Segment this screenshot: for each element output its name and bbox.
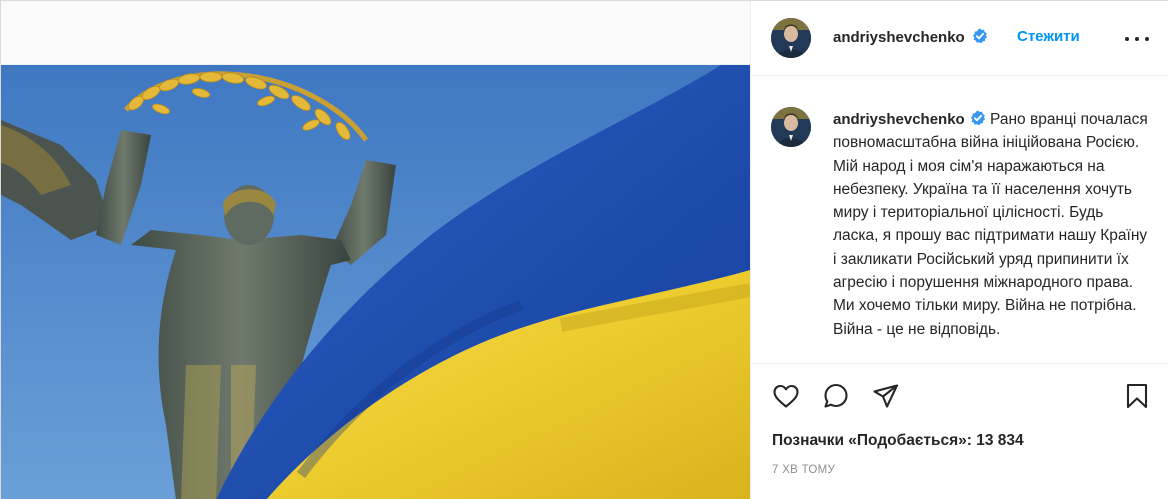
profile-photo bbox=[771, 107, 811, 147]
independence-monument-flag-photo bbox=[1, 65, 750, 499]
action-bar bbox=[751, 375, 1168, 415]
caption-text: Рано вранці почалася повномасштабна війн… bbox=[833, 111, 1148, 338]
avatar[interactable] bbox=[771, 18, 811, 58]
post-header: andriyshevchenko Стежити bbox=[751, 1, 1168, 76]
likes-count[interactable]: Позначки «Подобається»: 13 834 bbox=[772, 432, 1024, 450]
caption-section: andriyshevchenko Рано вранці почалася по… bbox=[751, 76, 1168, 364]
follow-button[interactable]: Стежити bbox=[1017, 28, 1080, 45]
comment-icon[interactable] bbox=[821, 381, 851, 411]
author-username[interactable]: andriyshevchenko bbox=[833, 28, 988, 46]
instagram-post: andriyshevchenko Стежити andriyshevchenk… bbox=[0, 0, 1168, 499]
heart-icon[interactable] bbox=[771, 381, 801, 411]
post-image[interactable] bbox=[1, 65, 750, 499]
bookmark-icon[interactable] bbox=[1122, 381, 1152, 411]
more-options-icon[interactable] bbox=[1123, 27, 1151, 51]
share-icon[interactable] bbox=[871, 381, 901, 411]
post-caption: andriyshevchenko Рано вранці почалася по… bbox=[833, 108, 1151, 341]
post-timestamp[interactable]: 7 ХВ ТОМУ bbox=[772, 464, 835, 476]
caption-username[interactable]: andriyshevchenko bbox=[833, 111, 965, 128]
caption-avatar[interactable] bbox=[771, 107, 811, 147]
verified-badge-icon bbox=[970, 110, 985, 126]
post-sidebar: andriyshevchenko Стежити andriyshevchenk… bbox=[750, 1, 1168, 499]
profile-photo bbox=[771, 18, 811, 58]
verified-badge-icon bbox=[972, 28, 987, 44]
media-top-margin bbox=[1, 1, 750, 65]
